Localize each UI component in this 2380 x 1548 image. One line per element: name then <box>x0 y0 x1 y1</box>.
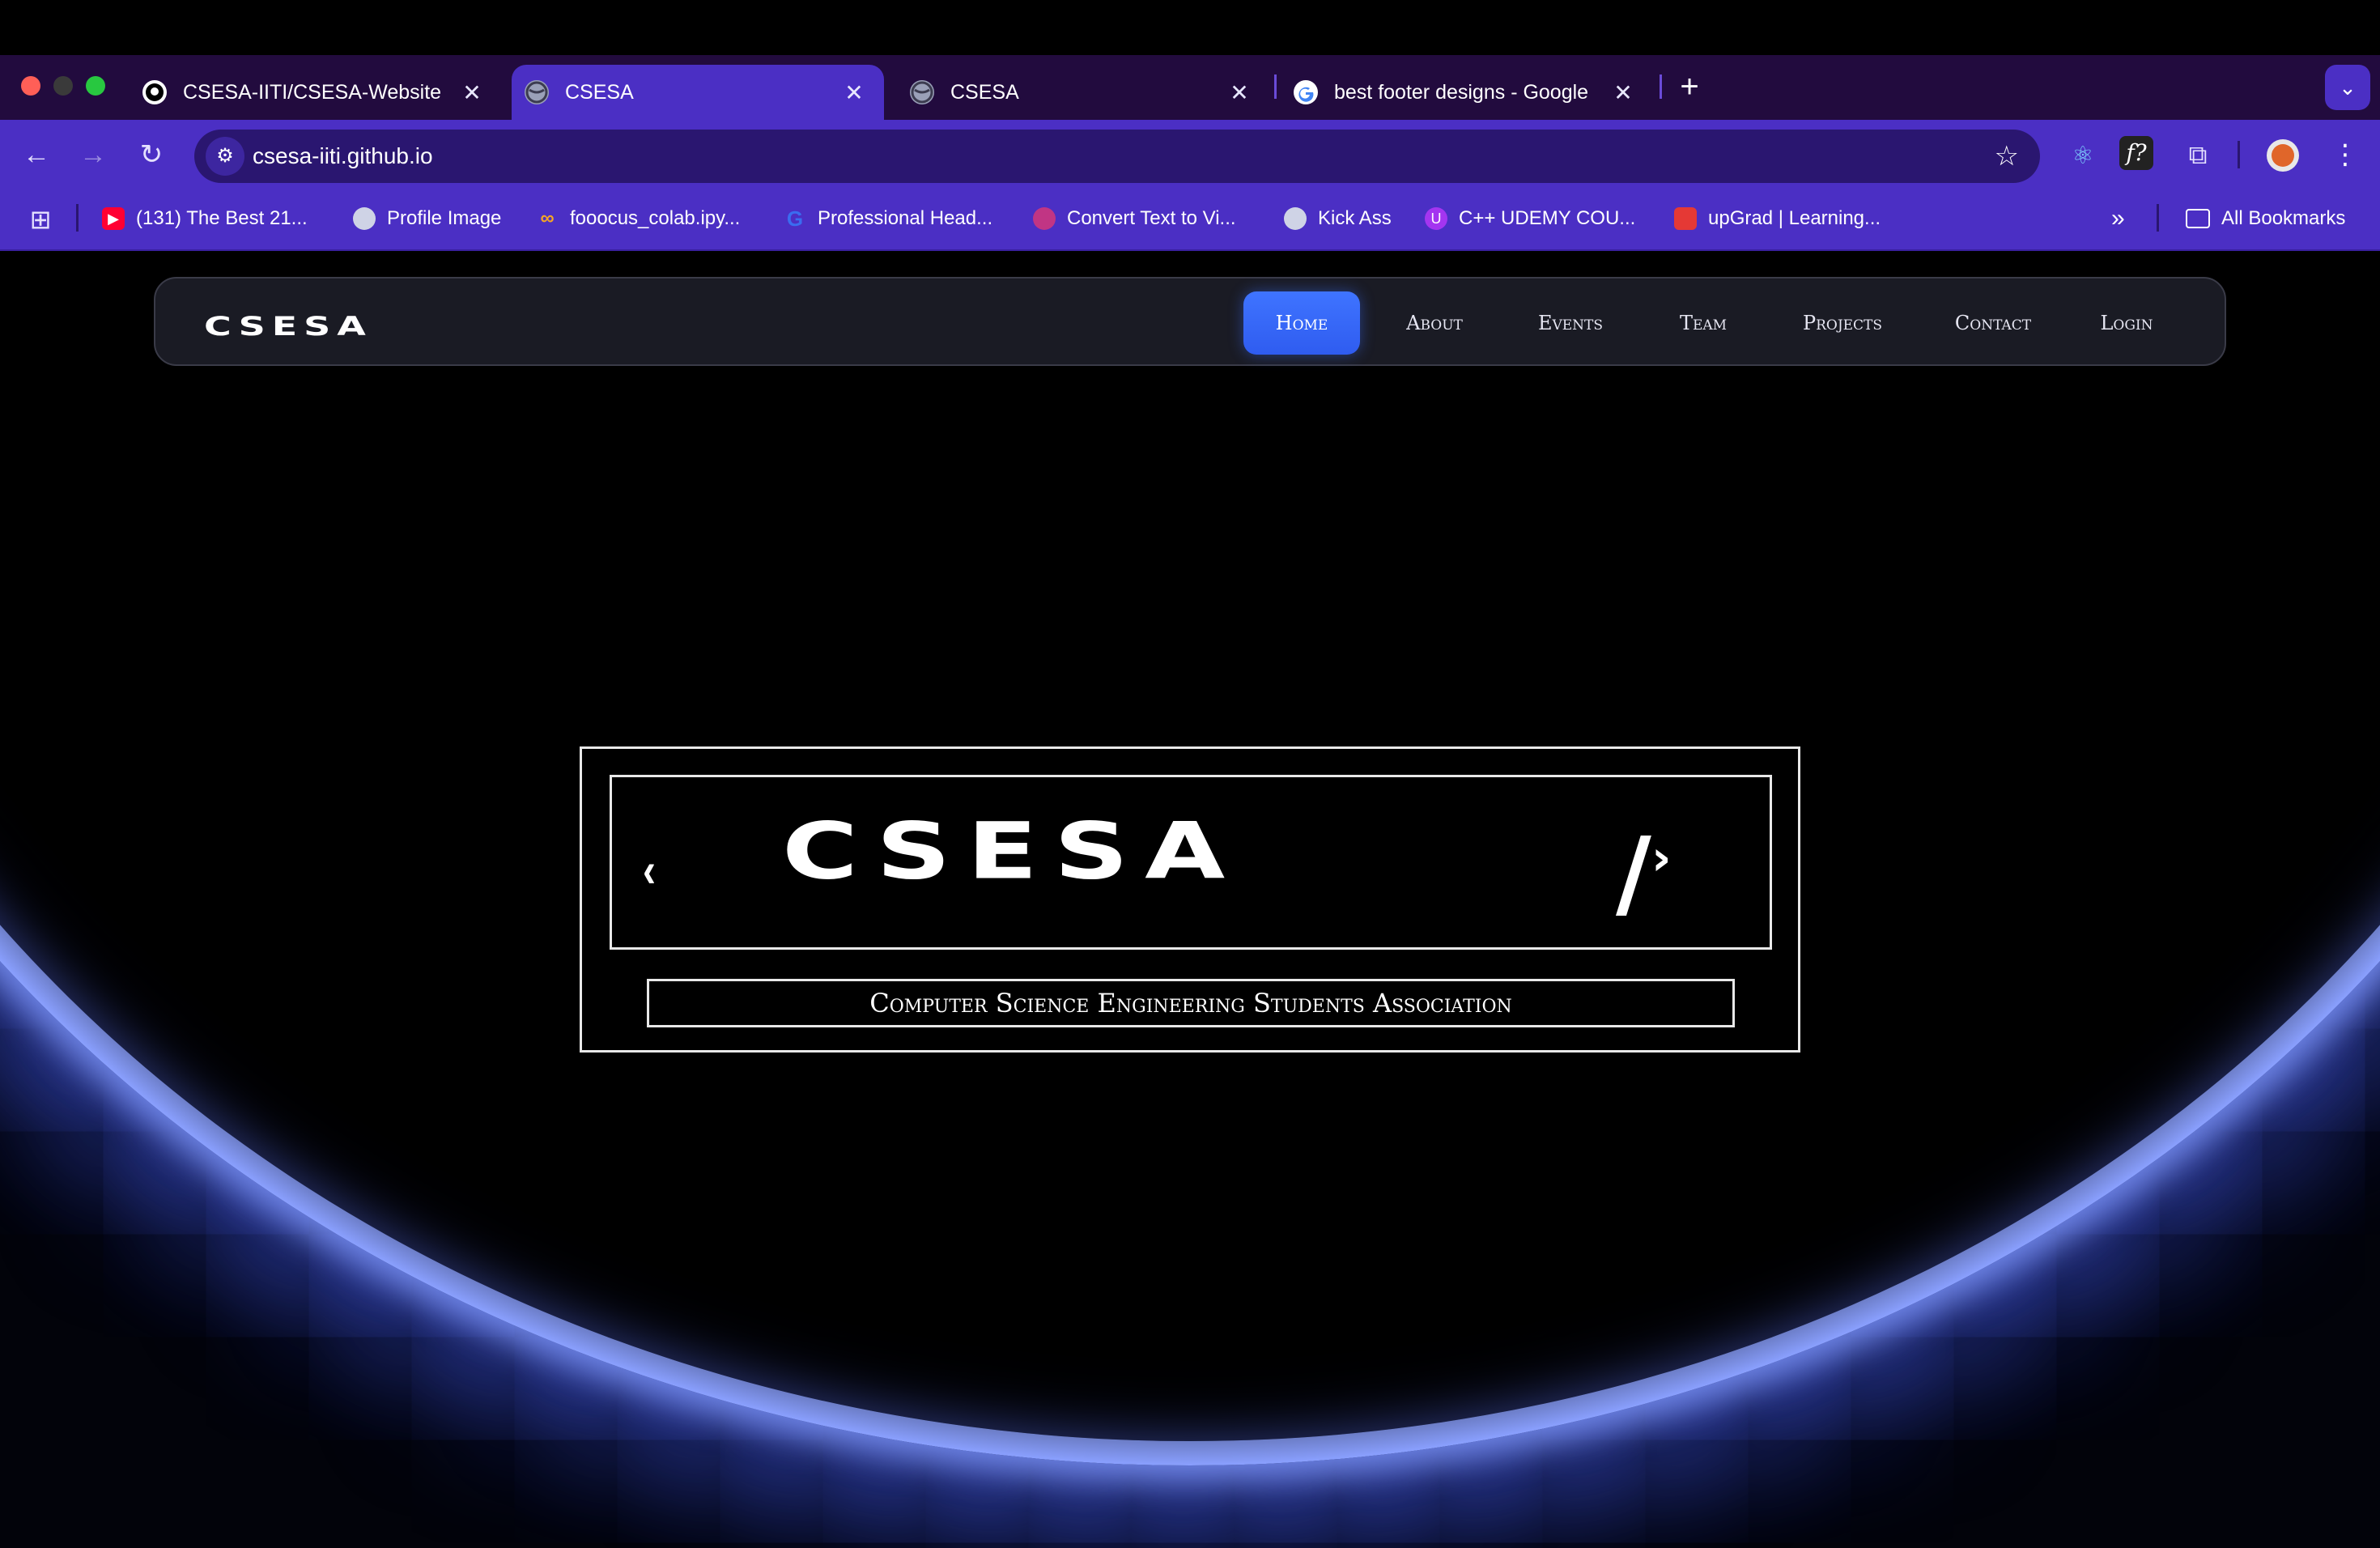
tab-separator <box>1660 74 1662 99</box>
bookmark-item-udemy[interactable]: U C++ UDEMY COU... <box>1425 202 1635 235</box>
bookmark-item-profile-image[interactable]: Profile Image <box>353 202 501 235</box>
hero-slash: / <box>1616 818 1651 930</box>
udemy-icon: U <box>1425 207 1447 230</box>
github-icon <box>142 80 167 104</box>
nav-team[interactable]: Team <box>1653 291 1753 355</box>
tab-github[interactable]: CSESA-IITI/CSESA-Website ✕ <box>130 65 502 120</box>
site-settings-icon[interactable]: ⚙ <box>206 137 244 176</box>
tab-title: CSESA <box>565 80 634 104</box>
react-devtools-icon[interactable]: ⚛ <box>2063 136 2103 176</box>
bookmark-label: Convert Text to Vi... <box>1067 207 1236 229</box>
bookmark-item-kick-ass[interactable]: Kick Ass <box>1284 202 1392 235</box>
nav-events[interactable]: Events <box>1511 291 1630 355</box>
app-icon <box>1033 207 1056 230</box>
page-viewport: CSESA Home About Events Team Projects Co… <box>0 251 2380 1548</box>
forward-icon[interactable]: → <box>73 134 113 175</box>
hero-right-glyphs: /› <box>1616 818 1672 930</box>
g-icon: G <box>786 206 804 231</box>
tab-csesa-active[interactable]: CSESA ✕ <box>512 65 884 120</box>
hero-logo-frame: ‹ CSESA /› <box>610 775 1772 950</box>
tab-csesa[interactable]: CSESA ✕ <box>897 65 1269 120</box>
nav-projects[interactable]: Projects <box>1773 291 1912 355</box>
back-icon[interactable]: ← <box>16 134 57 175</box>
bookmark-label: C++ UDEMY COU... <box>1459 207 1636 229</box>
avatar[interactable] <box>2267 139 2299 172</box>
address-bar[interactable]: ⚙ csesa-iiti.github.io ☆ <box>194 130 2040 183</box>
bookmark-label: Kick Ass <box>1318 207 1392 229</box>
bookmark-item-fooocus[interactable]: ∞ fooocus_colab.ipy... <box>536 202 740 235</box>
tab-close-icon[interactable]: ✕ <box>460 79 484 106</box>
bookmark-label: Profile Image <box>387 207 502 229</box>
macos-menu-strip <box>0 0 2380 55</box>
apps-grid-icon[interactable]: ⊞ <box>23 199 58 240</box>
tab-close-icon[interactable]: ✕ <box>842 79 866 106</box>
minimize-window-button[interactable] <box>53 76 73 96</box>
nav-login[interactable]: Login <box>2076 291 2178 355</box>
close-window-button[interactable] <box>21 76 40 96</box>
hero-logo: CSESA <box>782 806 1242 897</box>
hero-left-chevron: ‹ <box>642 843 656 897</box>
font-extension-icon[interactable]: f? <box>2119 136 2153 170</box>
site-navbar: CSESA Home About Events Team Projects Co… <box>154 277 2226 366</box>
tab-title: best footer designs - Google <box>1334 80 1589 104</box>
browser-menu-icon[interactable]: ⋮ <box>2325 134 2365 175</box>
hero-subtitle: Computer Science Engineering Students As… <box>647 979 1735 1027</box>
bookmark-item-youtube[interactable]: ▶ (131) The Best 21... <box>102 202 308 235</box>
more-bookmarks-icon[interactable]: » <box>2111 202 2125 235</box>
tab-separator <box>1274 74 1277 99</box>
tab-title: CSESA-IITI/CSESA-Website <box>183 80 442 104</box>
globe-icon <box>1284 207 1307 230</box>
bookmark-item-upgrad[interactable]: upGrad | Learning... <box>1674 202 1881 235</box>
nav-contact[interactable]: Contact <box>1928 291 2058 355</box>
tab-search-chevron-icon[interactable]: ⌄ <box>2325 65 2370 110</box>
tab-title: CSESA <box>950 80 1019 104</box>
tab-google[interactable]: best footer designs - Google ✕ <box>1281 65 1653 120</box>
all-bookmarks-button[interactable]: All Bookmarks <box>2186 202 2345 235</box>
hero-card: ‹ CSESA /› Computer Science Engineering … <box>580 746 1800 1053</box>
folder-icon <box>2186 209 2210 228</box>
site-logo[interactable]: CSESA <box>204 311 372 342</box>
bookmark-star-icon[interactable]: ☆ <box>1995 130 2019 183</box>
bookmark-item-professional-head[interactable]: G Professional Head... <box>784 202 992 235</box>
nav-about[interactable]: About <box>1379 291 1490 355</box>
extensions-puzzle-icon[interactable]: ⧉ <box>2178 134 2218 175</box>
bookmark-label: Professional Head... <box>818 207 993 229</box>
bookmark-label: (131) The Best 21... <box>136 207 308 229</box>
globe-icon <box>353 207 376 230</box>
tab-close-icon[interactable]: ✕ <box>1611 79 1635 106</box>
bookmark-divider <box>2157 204 2159 232</box>
all-bookmarks-label: All Bookmarks <box>2221 207 2346 229</box>
globe-icon <box>910 80 934 104</box>
youtube-icon: ▶ <box>102 207 125 230</box>
hero-right-chevron: › <box>1651 830 1672 887</box>
google-icon <box>1294 80 1318 104</box>
new-tab-button[interactable]: + <box>1669 66 1710 107</box>
bookmark-label: upGrad | Learning... <box>1708 207 1881 229</box>
tab-close-icon[interactable]: ✕ <box>1227 79 1252 106</box>
colab-icon: ∞ <box>540 207 555 229</box>
url-text[interactable]: csesa-iiti.github.io <box>253 130 433 183</box>
nav-home[interactable]: Home <box>1243 291 1360 355</box>
bookmark-item-convert-text[interactable]: Convert Text to Vi... <box>1033 202 1236 235</box>
bookmark-divider <box>76 204 79 232</box>
toolbar-divider <box>2238 141 2240 168</box>
upgrad-icon <box>1674 207 1697 230</box>
reload-icon[interactable]: ↻ <box>131 134 172 175</box>
maximize-window-button[interactable] <box>86 76 105 96</box>
bookmark-label: fooocus_colab.ipy... <box>570 207 741 229</box>
globe-icon <box>525 80 549 104</box>
